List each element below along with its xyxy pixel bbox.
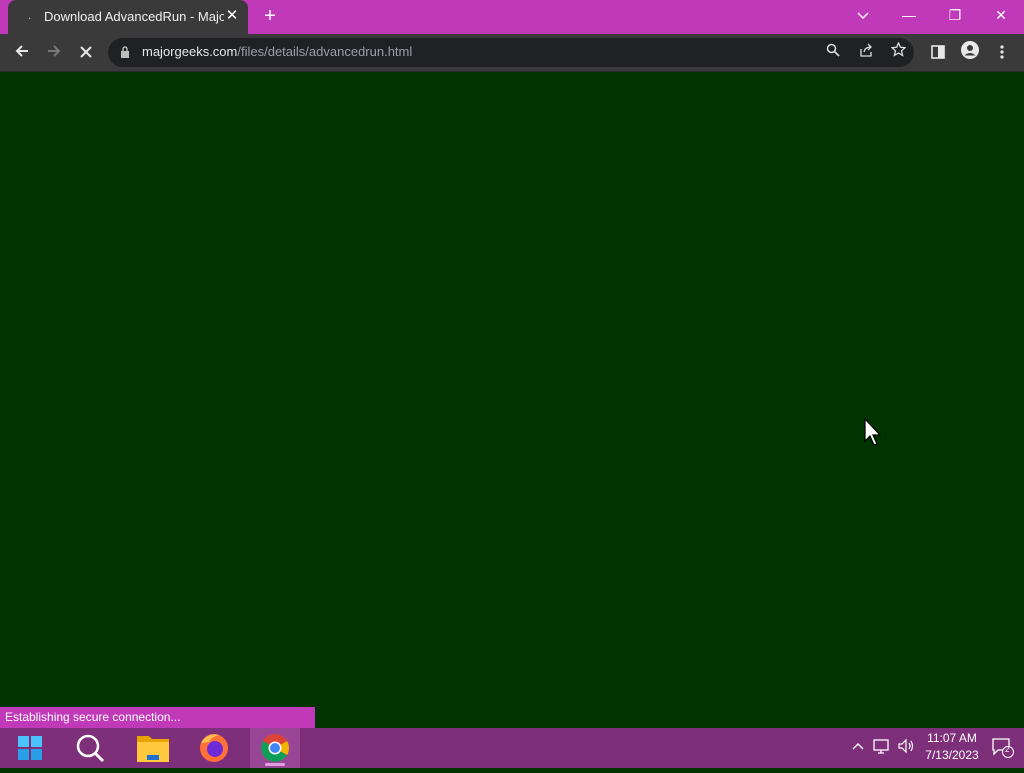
browser-titlebar: . Download AdvancedRun - Major ✕ + — ❐ ✕ bbox=[0, 0, 1024, 34]
browser-tab[interactable]: . Download AdvancedRun - Major ✕ bbox=[8, 0, 248, 34]
start-button[interactable] bbox=[5, 728, 55, 768]
lock-icon bbox=[121, 46, 129, 58]
menu-kebab-icon[interactable] bbox=[988, 39, 1016, 67]
url-path: /files/details/advancedrun.html bbox=[237, 44, 413, 59]
file-explorer-button[interactable] bbox=[128, 728, 178, 768]
tab-title: Download AdvancedRun - Major bbox=[44, 9, 224, 24]
search-icon[interactable] bbox=[822, 42, 844, 64]
bookmark-star-icon[interactable] bbox=[887, 41, 909, 64]
new-tab-button[interactable]: + bbox=[259, 5, 281, 27]
taskbar-clock[interactable]: 11:07 AM 7/13/2023 bbox=[918, 730, 986, 764]
tab-search-chevron-icon[interactable] bbox=[840, 0, 886, 30]
taskbar-search-button[interactable] bbox=[65, 728, 115, 768]
page-content bbox=[0, 72, 1024, 728]
side-panel-icon[interactable] bbox=[924, 39, 952, 67]
windows-taskbar: 11:07 AM 7/13/2023 2 bbox=[0, 728, 1024, 768]
address-bar[interactable]: majorgeeks.com/files/details/advancedrun… bbox=[108, 38, 914, 67]
network-icon[interactable] bbox=[872, 738, 892, 757]
browser-toolbar: majorgeeks.com/files/details/advancedrun… bbox=[0, 34, 1024, 72]
profile-icon[interactable] bbox=[956, 39, 984, 67]
search-icon bbox=[76, 734, 105, 763]
folder-icon bbox=[137, 736, 169, 762]
clock-time: 11:07 AM bbox=[927, 731, 977, 745]
notification-center-icon[interactable]: 2 bbox=[992, 738, 1014, 761]
share-icon[interactable] bbox=[855, 42, 877, 64]
back-button[interactable] bbox=[8, 39, 36, 67]
status-bubble: Establishing secure connection... bbox=[0, 707, 315, 728]
restore-button[interactable]: ❐ bbox=[932, 0, 978, 30]
firefox-icon bbox=[200, 734, 228, 762]
chrome-button[interactable] bbox=[250, 728, 300, 768]
stop-loading-button[interactable] bbox=[72, 39, 100, 67]
url-text: majorgeeks.com/files/details/advancedrun… bbox=[142, 44, 412, 59]
close-window-button[interactable]: ✕ bbox=[978, 0, 1024, 30]
tray-chevron-up-icon[interactable] bbox=[848, 738, 868, 753]
tab-close-icon[interactable]: ✕ bbox=[224, 7, 240, 25]
url-host: majorgeeks.com bbox=[142, 44, 238, 59]
clock-date: 7/13/2023 bbox=[925, 748, 979, 762]
mouse-cursor-icon bbox=[864, 418, 882, 446]
minimize-button[interactable]: — bbox=[886, 0, 932, 30]
loading-favicon-icon: . bbox=[28, 8, 32, 22]
forward-button[interactable] bbox=[40, 39, 68, 67]
notification-count-badge: 2 bbox=[1005, 745, 1010, 754]
windows-logo-icon bbox=[18, 736, 42, 760]
chrome-icon bbox=[261, 734, 289, 762]
volume-icon[interactable] bbox=[896, 738, 916, 757]
firefox-button[interactable] bbox=[189, 728, 239, 768]
